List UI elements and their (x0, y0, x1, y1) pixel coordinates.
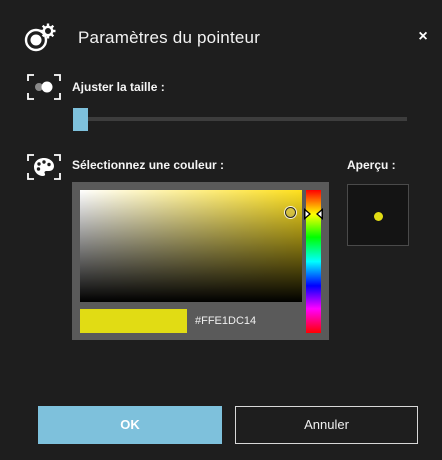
selected-color-swatch (80, 309, 187, 333)
palette-icon (27, 154, 61, 180)
color-picker-panel: #FFE1DC14 (72, 182, 329, 340)
size-label: Ajuster la taille : (72, 80, 165, 94)
hex-value[interactable]: #FFE1DC14 (195, 315, 256, 327)
cancel-button[interactable]: Annuler (235, 406, 418, 444)
gear-pointer-icon (24, 23, 56, 52)
close-button[interactable]: × (412, 26, 434, 48)
hue-slider-marker[interactable] (304, 208, 323, 220)
color-picker-cursor[interactable] (285, 207, 296, 218)
size-slider-track[interactable] (73, 117, 407, 121)
color-label: Sélectionnez une couleur : (72, 158, 225, 172)
preview-box (347, 184, 409, 246)
preview-pointer-dot (374, 212, 383, 221)
saturation-value-area[interactable] (80, 190, 302, 302)
preview-label: Aperçu : (347, 158, 396, 172)
pointer-size-icon (27, 74, 61, 100)
pointer-settings-dialog: Paramètres du pointeur × Ajuster la tail… (0, 0, 442, 460)
ok-button[interactable]: OK (38, 406, 222, 444)
dialog-title: Paramètres du pointeur (78, 28, 261, 47)
size-slider-thumb[interactable] (73, 108, 88, 131)
